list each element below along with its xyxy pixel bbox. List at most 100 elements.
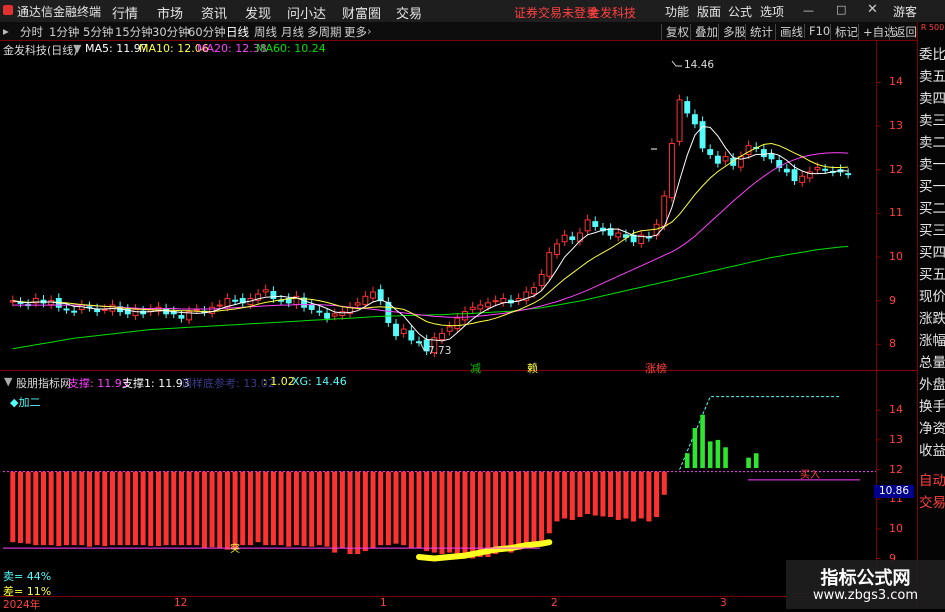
green-bar [715, 439, 721, 469]
candle-body [270, 291, 277, 300]
candle-body [791, 169, 798, 182]
candle-body [193, 308, 200, 311]
red-bar [217, 471, 223, 549]
red-bar [646, 471, 652, 522]
candle-body [561, 234, 568, 243]
red-bar [347, 471, 353, 555]
red-bar [470, 471, 476, 559]
event-mark-zhangbang[interactable]: 涨榜 [645, 360, 667, 376]
candle-body [454, 317, 461, 330]
red-bar [117, 471, 123, 546]
red-bar [516, 471, 522, 550]
candle-body [783, 168, 790, 173]
red-bar [569, 471, 575, 520]
main-y-tick: 8 [889, 337, 896, 351]
kline-chart-svg[interactable] [0, 0, 945, 609]
candle-body [615, 232, 622, 238]
red-bar [232, 471, 238, 550]
candle-body [308, 304, 315, 310]
red-bar [393, 471, 399, 544]
red-bar [454, 471, 460, 556]
red-bar [309, 471, 315, 547]
red-bar [71, 471, 77, 546]
candle-body [462, 311, 468, 321]
candle-body [538, 273, 545, 286]
red-bar [615, 471, 621, 520]
candle-body [822, 168, 829, 171]
candle-body [362, 295, 369, 306]
red-bar [661, 471, 667, 495]
candle-body [354, 302, 361, 306]
red-bar [324, 471, 330, 547]
candle-body [845, 173, 852, 176]
red-bar [132, 471, 138, 546]
red-bar [523, 471, 529, 549]
red-bar [378, 471, 384, 546]
candle-body [446, 326, 453, 332]
red-bar [148, 471, 154, 547]
red-bar [301, 471, 307, 547]
high-pointer [671, 60, 682, 67]
candle-body [132, 308, 139, 317]
event-mark-jian[interactable]: 减 [470, 360, 481, 376]
sub-y-tick: 13 [889, 432, 903, 446]
candle-body [684, 101, 691, 114]
low-price-label: 7.73 [428, 345, 452, 357]
red-bar [485, 471, 491, 558]
red-bar [592, 471, 598, 516]
current-price-tag: 10.86 [874, 485, 914, 498]
green-bar [707, 441, 713, 469]
tu-tag: 突 [230, 544, 240, 555]
red-bar [477, 471, 483, 558]
red-bar [247, 471, 253, 546]
watermark-url: www.zbgs3.com [812, 588, 919, 603]
sub-y-tick: 12 [889, 462, 903, 476]
candle-body [500, 298, 507, 303]
red-bar [408, 471, 414, 549]
red-bar [339, 471, 345, 549]
red-bar [33, 471, 39, 546]
sub-y-tick: 14 [889, 403, 903, 417]
red-bar [293, 471, 299, 546]
red-bar [270, 471, 276, 546]
candle-body [385, 301, 392, 324]
red-bar [500, 471, 506, 550]
candle-body [209, 306, 216, 314]
x-tick-dec: 12 [174, 597, 188, 609]
red-bar [224, 471, 230, 550]
candle-body [178, 315, 185, 319]
red-bar [531, 471, 537, 547]
red-bar [286, 471, 292, 547]
red-bar [63, 471, 70, 546]
watermark-title: 指标公式网 [820, 568, 911, 589]
red-bar [424, 471, 430, 552]
red-bar [332, 471, 338, 553]
candle-body [814, 167, 821, 171]
red-bar [201, 471, 207, 549]
candle-body [400, 328, 407, 334]
red-bar [125, 471, 131, 546]
candle-body [531, 287, 537, 295]
candle-body [101, 308, 108, 311]
red-bar [316, 471, 322, 546]
red-bar [577, 471, 583, 517]
ma60-line [12, 246, 849, 350]
x-tick-mar: 3 [720, 597, 727, 609]
red-bar [79, 471, 85, 546]
red-bar [623, 471, 629, 519]
event-mark-lai[interactable]: 赖 [527, 360, 538, 376]
main-y-tick: 12 [889, 162, 903, 176]
candle-body [592, 221, 599, 227]
red-bar [355, 471, 361, 555]
red-bar [171, 471, 177, 546]
red-bar [178, 471, 184, 546]
red-bar [370, 471, 376, 549]
red-bar [631, 471, 637, 522]
candle-body [584, 219, 591, 232]
red-bar [439, 471, 445, 555]
x-tick-jan: 1 [380, 597, 387, 609]
green-bar [746, 457, 751, 469]
candle-body [477, 304, 484, 310]
red-bar [416, 471, 422, 549]
candle-body [768, 153, 775, 160]
